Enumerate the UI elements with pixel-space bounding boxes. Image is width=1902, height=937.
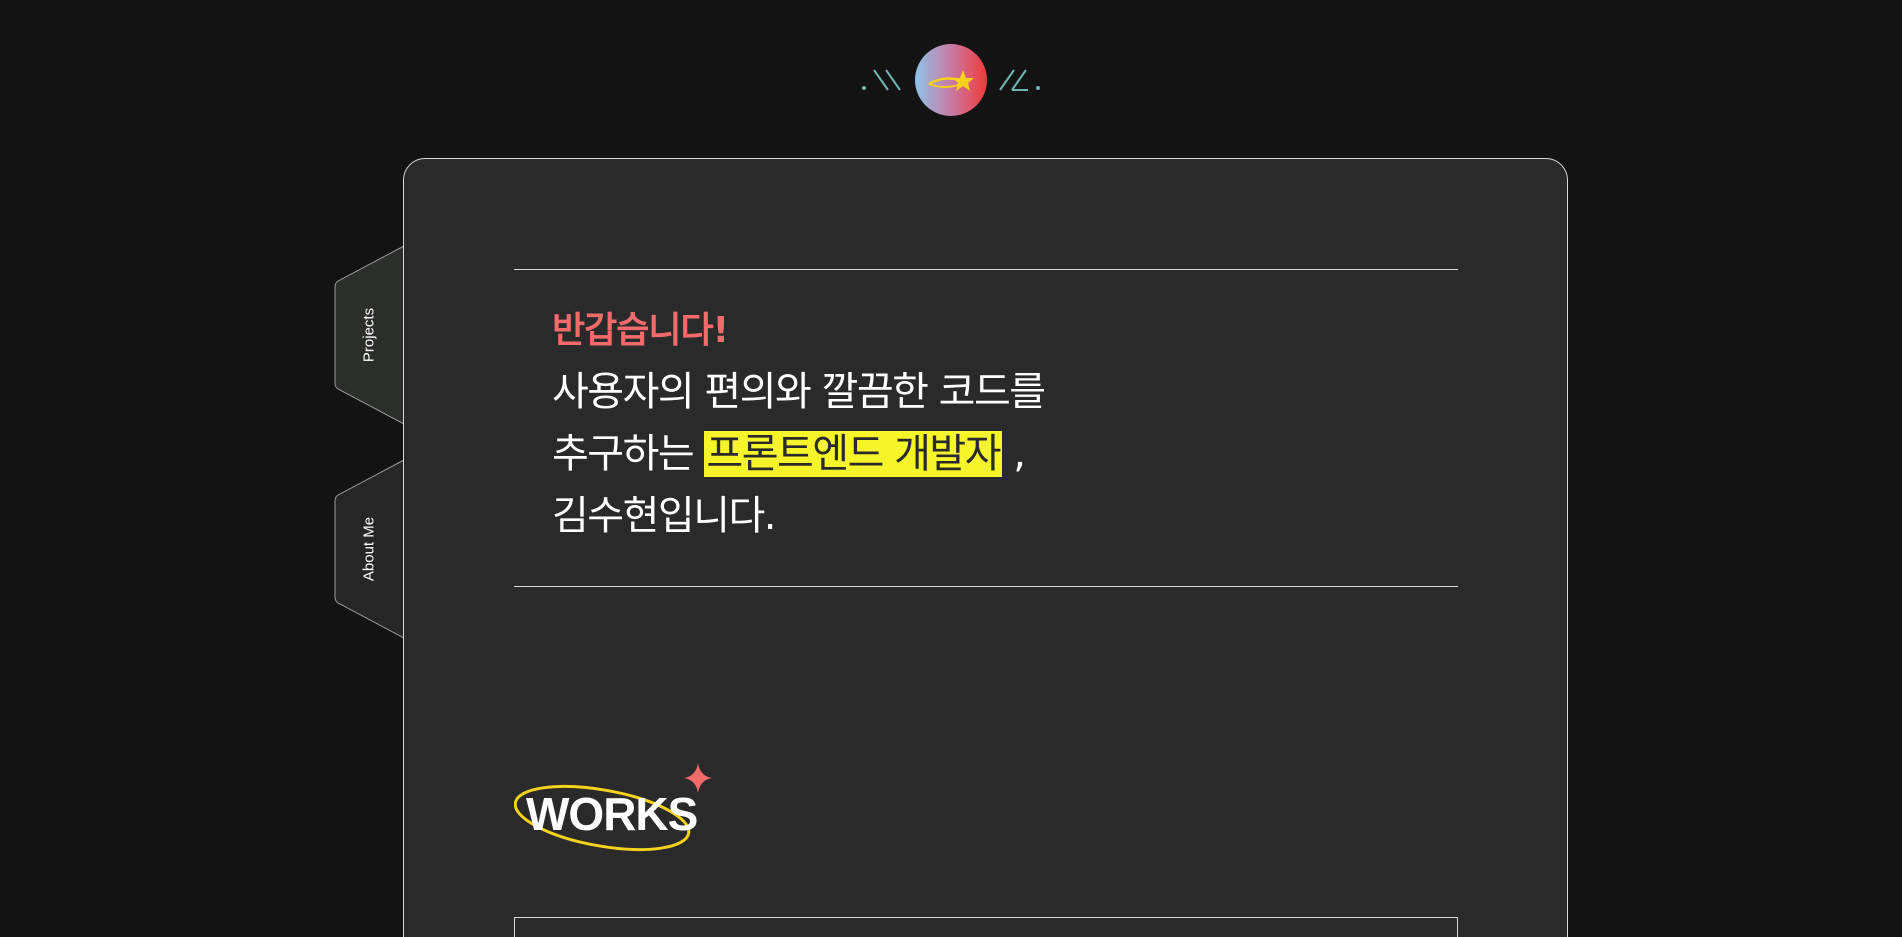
job-title-highlight: 프론트엔드 개발자: [704, 431, 1003, 477]
intro-line-1: 사용자의 편의와 깔끔한 코드를: [552, 369, 1046, 415]
intro-line-3: 김수현입니다.: [552, 493, 777, 539]
main-card: 반갑습니다! 사용자의 편의와 깔끔한 코드를 추구하는 프론트엔드 개발자 ,…: [403, 158, 1568, 937]
tab-projects[interactable]: Projects: [334, 245, 404, 425]
intro-section: 반갑습니다! 사용자의 편의와 깔끔한 코드를 추구하는 프론트엔드 개발자 ,…: [552, 309, 1046, 547]
shooting-star-logo-icon: [915, 44, 987, 116]
logo-deco-left-icon: [862, 69, 901, 91]
tab-about-me[interactable]: About Me: [334, 459, 404, 639]
logo-deco-right-icon: [999, 69, 1040, 91]
intro-line-2-prefix: 추구하는: [552, 431, 705, 477]
works-title: WORKS: [526, 788, 698, 840]
divider-bottom: [514, 586, 1458, 587]
page: Projects About Me 반갑습니다! 사용자의 편의와 깔끔한 코드…: [0, 0, 1902, 937]
intro-line-2: 추구하는 프론트엔드 개발자 ,: [552, 423, 1045, 485]
works-list-container: [514, 917, 1458, 937]
divider-top: [514, 269, 1458, 270]
tab-about-me-label: About Me: [360, 516, 378, 582]
site-logo[interactable]: [840, 40, 1062, 120]
works-heading: WORKS: [514, 763, 724, 863]
intro-line-2-suffix: ,: [1002, 431, 1026, 477]
tab-projects-label: Projects: [360, 307, 378, 363]
greeting-text: 반갑습니다!: [552, 310, 729, 351]
